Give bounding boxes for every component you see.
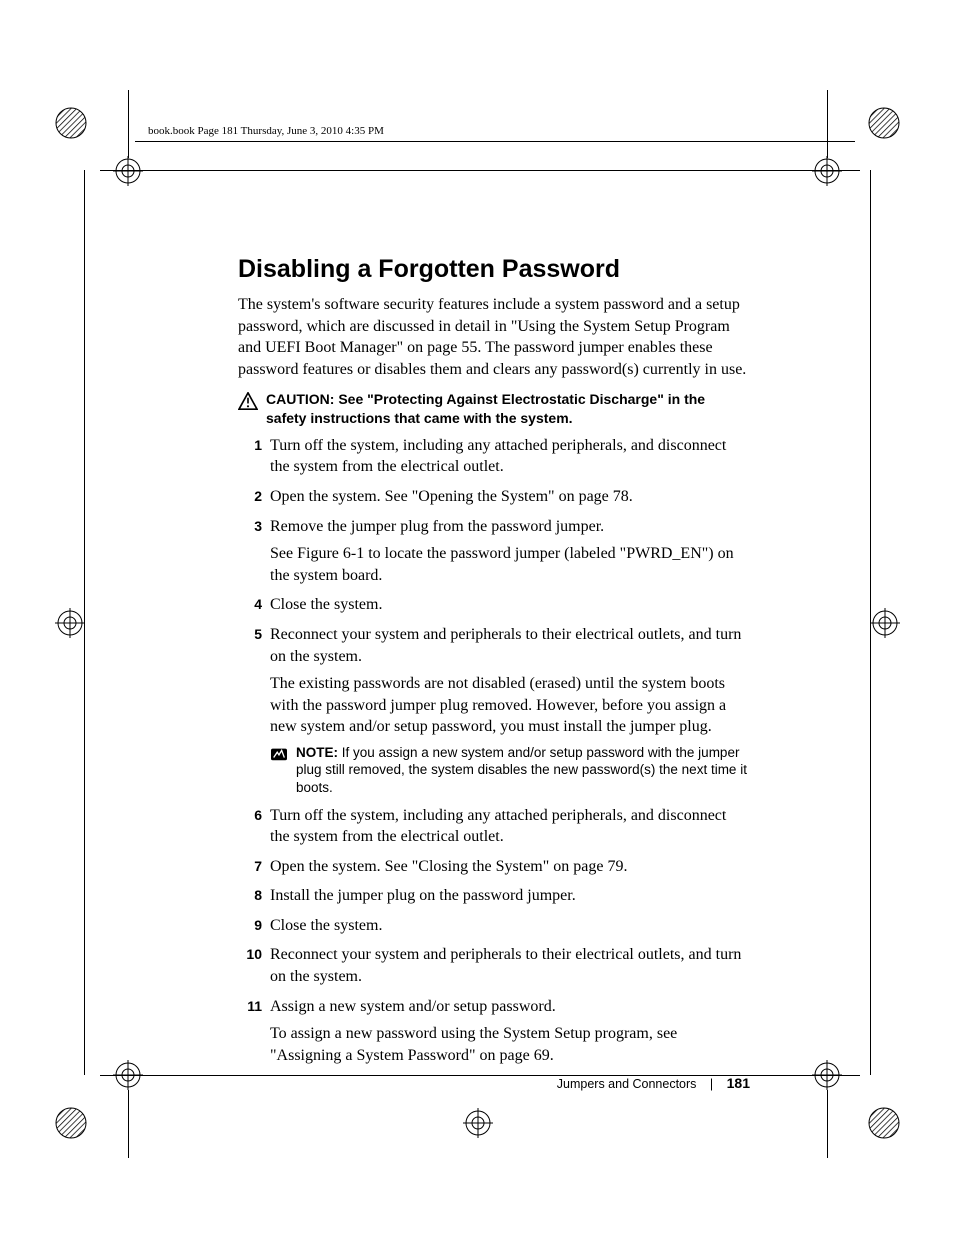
hatched-circle-icon [868, 1107, 900, 1139]
step-paragraph: See Figure 6-1 to locate the password ju… [270, 543, 748, 586]
registration-mark-icon [812, 156, 842, 186]
registration-mark-icon [812, 1060, 842, 1090]
step-item: Reconnect your system and peripherals to… [238, 624, 748, 797]
crop-line [827, 1090, 828, 1158]
registration-mark-icon [463, 1108, 493, 1138]
step-item: Close the system. [238, 915, 748, 937]
page-content: Disabling a Forgotten Password The syste… [238, 255, 748, 1074]
step-item: Assign a new system and/or setup passwor… [238, 996, 748, 1067]
caution-triangle-icon [238, 390, 266, 415]
step-item: Remove the jumper plug from the password… [238, 516, 748, 587]
step-text: Open the system. See "Closing the System… [270, 858, 627, 875]
crop-line [128, 90, 129, 158]
step-item: Reconnect your system and peripherals to… [238, 944, 748, 987]
step-text: Install the jumper plug on the password … [270, 887, 576, 904]
footer-separator: | [710, 1077, 713, 1091]
step-text: Assign a new system and/or setup passwor… [270, 998, 556, 1015]
registration-mark-icon [55, 608, 85, 638]
footer-section: Jumpers and Connectors [557, 1077, 697, 1091]
step-item: Install the jumper plug on the password … [238, 885, 748, 907]
footer-page-number: 181 [727, 1075, 750, 1091]
step-text: Remove the jumper plug from the password… [270, 518, 604, 535]
caution-text: CAUTION: See "Protecting Against Electro… [266, 390, 748, 426]
running-header: book.book Page 181 Thursday, June 3, 201… [148, 125, 384, 137]
caution-block: CAUTION: See "Protecting Against Electro… [238, 390, 748, 426]
hatched-circle-icon [868, 107, 900, 139]
hatched-circle-icon [55, 107, 87, 139]
step-item: Turn off the system, including any attac… [238, 435, 748, 478]
note-body: If you assign a new system and/or setup … [296, 745, 747, 795]
page-title: Disabling a Forgotten Password [238, 255, 748, 284]
step-text: Turn off the system, including any attac… [270, 437, 726, 476]
note-pencil-icon [270, 744, 296, 769]
crop-line [827, 90, 828, 158]
intro-paragraph: The system's software security features … [238, 294, 748, 380]
step-list: Turn off the system, including any attac… [238, 435, 748, 1067]
hatched-circle-icon [55, 1107, 87, 1139]
step-text: Open the system. See "Opening the System… [270, 488, 633, 505]
step-paragraph: The existing passwords are not disabled … [270, 673, 748, 738]
crop-line [100, 170, 860, 171]
step-text: Turn off the system, including any attac… [270, 807, 726, 846]
registration-mark-icon [870, 608, 900, 638]
note-label: NOTE: [296, 745, 342, 760]
step-paragraph: To assign a new password using the Syste… [270, 1023, 748, 1066]
step-item: Open the system. See "Closing the System… [238, 856, 748, 878]
crop-line [870, 170, 871, 1075]
step-item: Open the system. See "Opening the System… [238, 486, 748, 508]
crop-line [84, 170, 85, 1075]
crop-line [100, 1075, 860, 1076]
caution-label: CAUTION: [266, 391, 338, 407]
note-text: NOTE: If you assign a new system and/or … [296, 744, 748, 797]
step-item: Close the system. [238, 594, 748, 616]
note-block: NOTE: If you assign a new system and/or … [270, 744, 748, 797]
crop-line [128, 1090, 129, 1158]
page-footer: Jumpers and Connectors | 181 [520, 1075, 750, 1091]
registration-mark-icon [113, 156, 143, 186]
step-item: Turn off the system, including any attac… [238, 805, 748, 848]
step-text: Close the system. [270, 596, 382, 613]
step-text: Close the system. [270, 917, 382, 934]
step-text: Reconnect your system and peripherals to… [270, 626, 741, 665]
header-rule [135, 141, 855, 142]
step-text: Reconnect your system and peripherals to… [270, 946, 741, 985]
